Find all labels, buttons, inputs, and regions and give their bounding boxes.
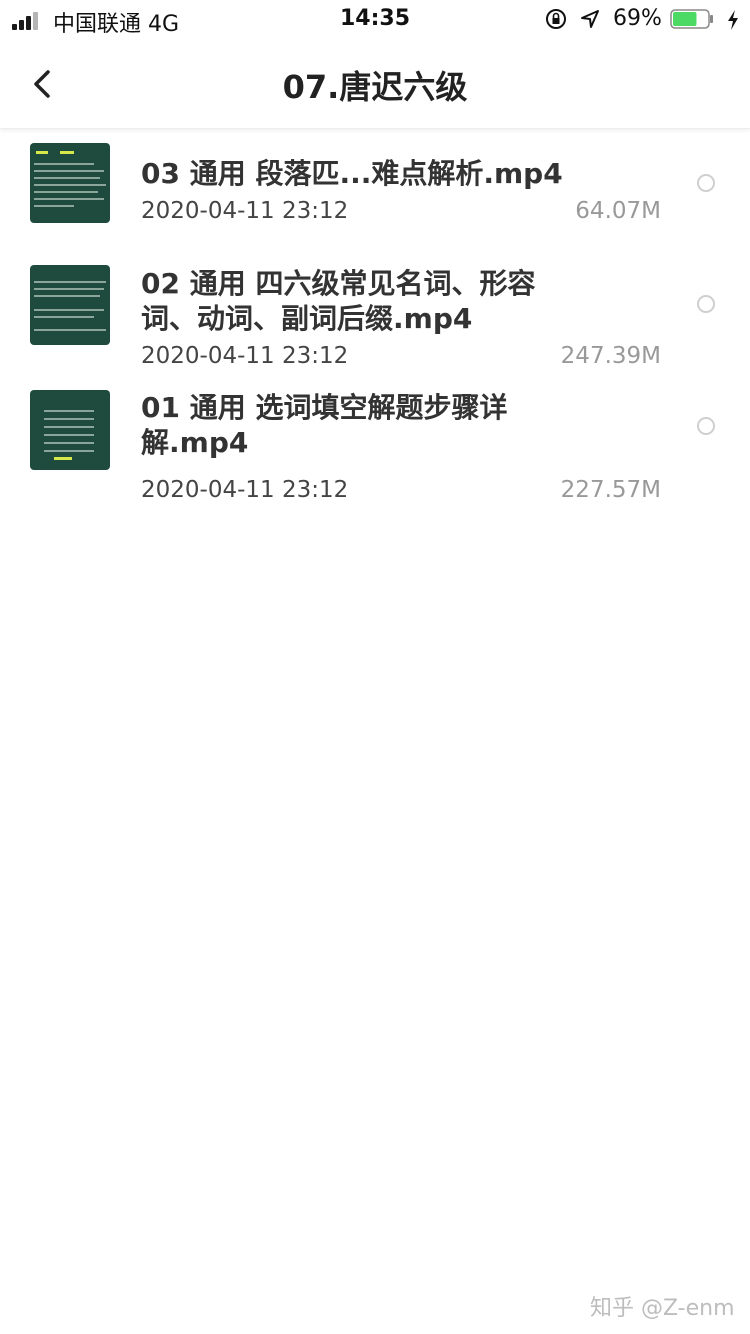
video-thumbnail (30, 265, 110, 345)
file-date: 2020-04-11 23:12 (141, 343, 349, 369)
select-radio[interactable] (697, 295, 715, 313)
file-name: 02 通用 四六级常见名词、形容词、动词、副词后缀.mp4 (141, 267, 536, 335)
select-radio[interactable] (697, 174, 715, 192)
battery-icon (670, 9, 713, 29)
nav-bar: 07.唐迟六级 (0, 40, 750, 129)
file-date: 2020-04-11 23:12 (141, 198, 349, 224)
file-date: 2020-04-11 23:12 (141, 477, 349, 503)
file-name: 01 通用 选词填空解题步骤详解.mp4 (141, 391, 508, 459)
page-title: 07.唐迟六级 (282, 68, 468, 106)
charging-bolt-icon (728, 10, 738, 30)
status-bar: 中国联通 4G 14:35 69% (0, 0, 750, 40)
file-list-item[interactable]: 03 通用 段落匹...难点解析.mp4 2020-04-11 23:12 64… (0, 128, 750, 249)
file-list-item[interactable]: 01 通用 选词填空解题步骤详解.mp4 2020-04-11 23:12 22… (0, 373, 750, 533)
battery-percentage: 69% (613, 6, 662, 31)
video-thumbnail (30, 143, 110, 223)
file-list: 03 通用 段落匹...难点解析.mp4 2020-04-11 23:12 64… (0, 128, 750, 533)
watermark: 知乎 @Z-enm (590, 1296, 735, 1321)
file-size: 227.57M (560, 477, 661, 503)
video-thumbnail (30, 390, 110, 470)
file-list-item[interactable]: 02 通用 四六级常见名词、形容词、动词、副词后缀.mp4 2020-04-11… (0, 249, 750, 373)
orientation-lock-icon (546, 9, 566, 29)
file-size: 64.07M (575, 198, 661, 224)
select-radio[interactable] (697, 417, 715, 435)
file-size: 247.39M (560, 343, 661, 369)
location-arrow-icon (581, 10, 599, 28)
file-name: 03 通用 段落匹...难点解析.mp4 (141, 157, 563, 190)
